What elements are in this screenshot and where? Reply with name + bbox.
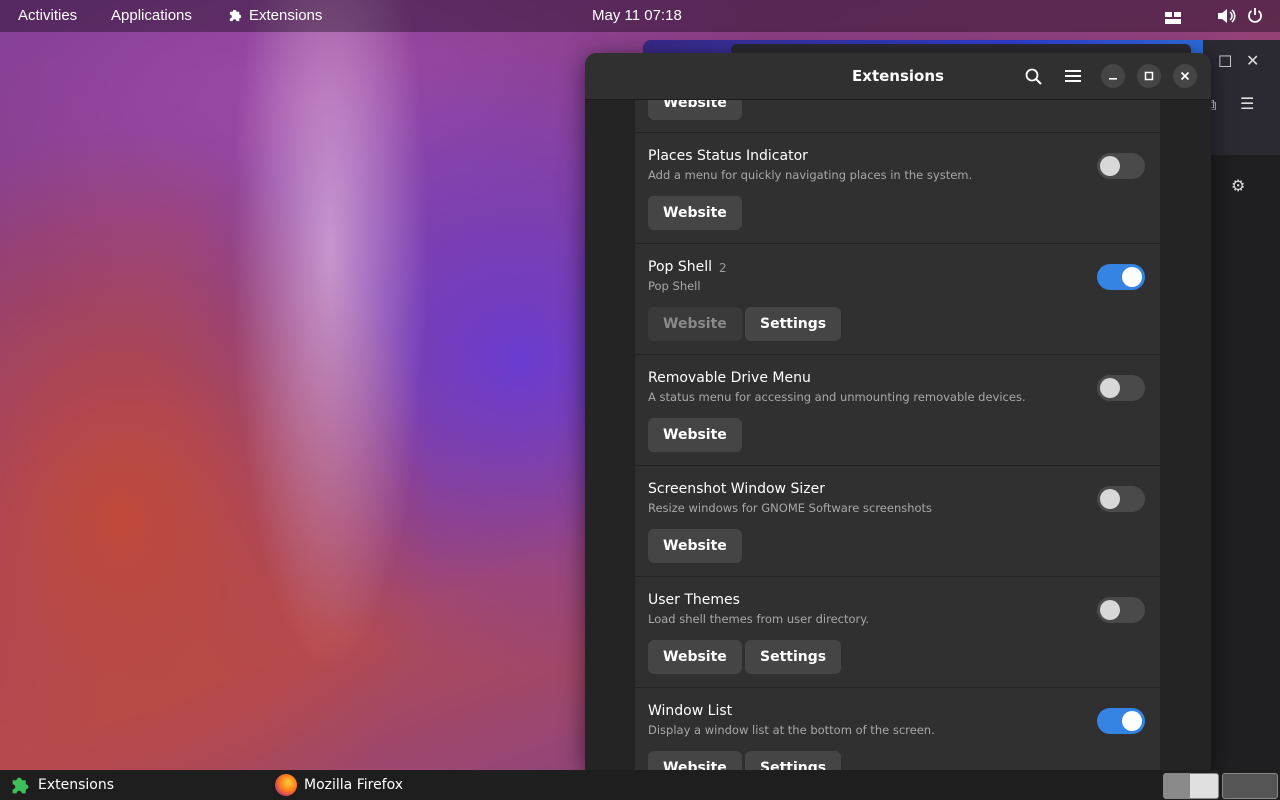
minimize-icon (1109, 78, 1117, 80)
task-firefox[interactable]: Mozilla Firefox (275, 770, 403, 800)
task-extensions[interactable]: Extensions (10, 770, 114, 800)
hamburger-icon (1065, 70, 1081, 82)
settings-button[interactable]: Settings (745, 751, 842, 770)
extension-version: 2 (719, 261, 727, 275)
website-button[interactable]: Website (648, 418, 742, 452)
extension-description: Pop Shell (648, 279, 701, 293)
website-button[interactable]: Website (648, 529, 742, 563)
extension-name: Places Status Indicator (648, 148, 808, 164)
enable-toggle[interactable] (1097, 486, 1145, 512)
settings-button[interactable]: Settings (745, 640, 842, 674)
app-menu-label: Extensions (249, 7, 323, 24)
extensions-list-scroll[interactable]: Website Places Status Indicator Add a me… (585, 100, 1211, 770)
puzzle-icon (12, 777, 29, 793)
power-icon[interactable] (1247, 7, 1263, 27)
search-button[interactable] (1019, 62, 1047, 90)
settings-button[interactable]: Settings (745, 307, 842, 341)
extension-row-user-themes: User Themes Load shell themes from user … (635, 577, 1160, 688)
enable-toggle[interactable] (1097, 597, 1145, 623)
maximize-icon[interactable]: ☐ (1218, 52, 1232, 71)
puzzle-icon (229, 9, 242, 22)
extension-row-previous: Website (635, 100, 1160, 133)
extension-row-places-status-indicator: Places Status Indicator Add a menu for q… (635, 133, 1160, 244)
header-bar: Extensions (585, 53, 1211, 100)
maximize-button[interactable] (1137, 64, 1161, 88)
extension-name: Removable Drive Menu (648, 370, 811, 386)
minimize-button[interactable] (1101, 64, 1125, 88)
extension-name: Window List (648, 703, 733, 719)
window-list-bar: Extensions Mozilla Firefox (0, 770, 1280, 800)
enable-toggle[interactable] (1097, 264, 1145, 290)
gear-icon[interactable]: ⚙ (1231, 176, 1245, 195)
activities-button[interactable]: Activities (18, 7, 77, 24)
menu-icon[interactable]: ☰ (1240, 94, 1254, 113)
website-button[interactable]: Website (648, 100, 742, 120)
extension-row-removable-drive-menu: Removable Drive Menu A status menu for a… (635, 355, 1160, 466)
website-button[interactable]: Website (648, 640, 742, 674)
task-label: Mozilla Firefox (304, 777, 404, 793)
close-icon[interactable]: ✕ (1246, 51, 1259, 70)
enable-toggle[interactable] (1097, 153, 1145, 179)
extension-description: Resize windows for GNOME Software screen… (648, 501, 933, 515)
extension-name: Pop Shell (648, 259, 712, 275)
keyboard-layout-icon[interactable] (1165, 10, 1181, 28)
applications-menu[interactable]: Applications (111, 7, 192, 24)
extension-description: Add a menu for quickly navigating places… (648, 168, 973, 182)
website-button[interactable]: Website (648, 196, 742, 230)
top-bar: Activities Applications Extensions May 1… (0, 0, 1280, 32)
firefox-icon (275, 774, 297, 796)
extension-description: Load shell themes from user directory. (648, 612, 870, 626)
extension-description: Display a window list at the bottom of t… (648, 723, 935, 737)
extension-name: User Themes (648, 592, 740, 608)
enable-toggle[interactable] (1097, 708, 1145, 734)
extension-row-pop-shell: Pop Shell 2 Pop Shell Website Settings (635, 244, 1160, 355)
enable-toggle[interactable] (1097, 375, 1145, 401)
clock[interactable]: May 11 07:18 (592, 7, 682, 24)
website-button: Website (648, 307, 742, 341)
website-button[interactable]: Website (648, 751, 742, 770)
close-icon (1180, 71, 1190, 81)
volume-icon[interactable] (1218, 8, 1236, 28)
task-label: Extensions (38, 777, 115, 793)
workspace-2[interactable] (1222, 773, 1278, 799)
extension-row-screenshot-window-sizer: Screenshot Window Sizer Resize windows f… (635, 466, 1160, 577)
extensions-list: Website Places Status Indicator Add a me… (635, 100, 1160, 770)
extension-name: Screenshot Window Sizer (648, 481, 825, 497)
main-menu-button[interactable] (1059, 62, 1087, 90)
search-icon (1025, 68, 1042, 85)
extensions-window: Extensions Website Places Status Indicat… (585, 53, 1211, 770)
extension-row-window-list: Window List Display a window list at the… (635, 688, 1160, 770)
close-button[interactable] (1173, 64, 1197, 88)
workspace-1[interactable] (1163, 773, 1219, 799)
app-menu[interactable]: Extensions (228, 7, 322, 24)
extension-description: A status menu for accessing and unmounti… (648, 390, 1026, 404)
restore-icon (1144, 71, 1154, 81)
